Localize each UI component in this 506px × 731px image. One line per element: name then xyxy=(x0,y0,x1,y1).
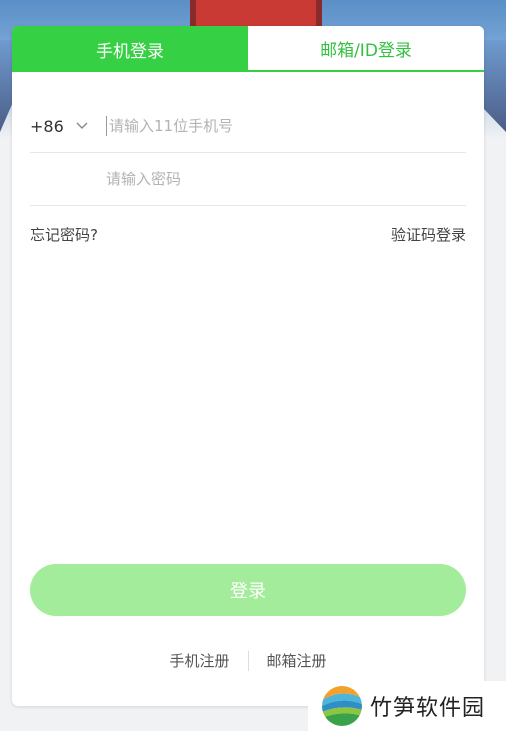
watermark: 竹笋软件园 xyxy=(308,681,506,731)
phone-row: +86 xyxy=(30,100,466,153)
login-button[interactable]: 登录 xyxy=(30,564,466,616)
country-code-selector[interactable]: +86 xyxy=(30,117,106,136)
register-links: 手机注册 邮箱注册 xyxy=(12,650,484,671)
tab-phone-login[interactable]: 手机登录 xyxy=(12,26,248,72)
forgot-password-link[interactable]: 忘记密码? xyxy=(30,224,98,245)
login-tabs: 手机登录 邮箱/ID登录 xyxy=(12,26,484,72)
email-register-link[interactable]: 邮箱注册 xyxy=(267,650,327,671)
divider xyxy=(247,650,249,671)
watermark-text: 竹笋软件园 xyxy=(370,696,486,721)
chevron-down-icon xyxy=(76,119,88,133)
background-banner xyxy=(190,0,322,26)
tab-email-id-login[interactable]: 邮箱/ID登录 xyxy=(248,26,484,72)
password-row xyxy=(30,153,466,206)
sms-code-login-link[interactable]: 验证码登录 xyxy=(391,224,466,245)
password-input[interactable] xyxy=(106,170,466,188)
login-card: 手机登录 邮箱/ID登录 +86 忘记密码? 验证码登录 登录 手机注册 邮箱注… xyxy=(12,26,484,706)
auxiliary-links: 忘记密码? 验证码登录 xyxy=(30,224,466,245)
country-code-label: +86 xyxy=(30,116,64,136)
phone-register-link[interactable]: 手机注册 xyxy=(169,650,229,671)
phone-input[interactable] xyxy=(106,116,466,136)
bamboo-logo-icon xyxy=(322,686,362,726)
